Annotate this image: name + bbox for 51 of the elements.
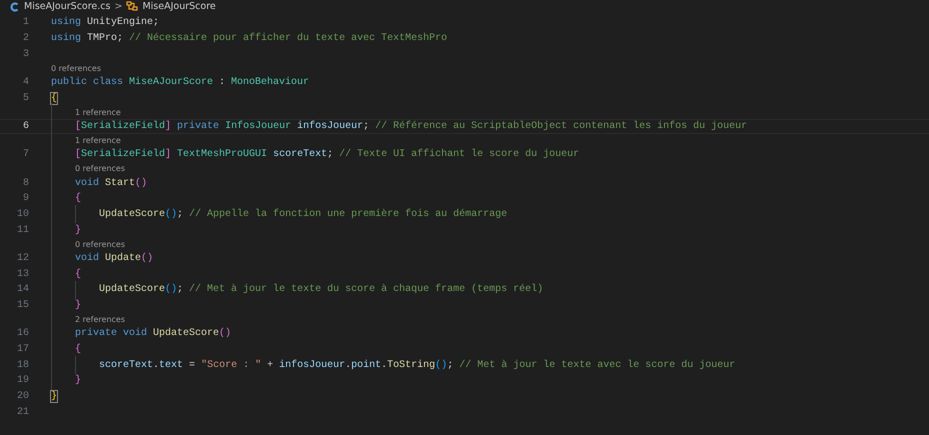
codelens-link[interactable]: 0 references bbox=[75, 240, 125, 249]
csharp-file-icon bbox=[10, 2, 20, 12]
code-line: public class MiseAJourScore : MonoBehaviour bbox=[51, 77, 310, 88]
code-line: UpdateScore(); // Appelle la fonction une première fois au démarrage bbox=[99, 208, 508, 220]
code-line: } bbox=[51, 390, 58, 402]
codelens-link[interactable]: 1 reference bbox=[75, 136, 121, 146]
line-number: 10 bbox=[16, 208, 29, 220]
code-line: } bbox=[75, 300, 82, 311]
code-line: scoreText.text = "Score : " + infosJoueur.point.ToString(); // Met à jour le texte avec le score du joueur bbox=[99, 360, 736, 371]
codelens-link[interactable]: 0 references bbox=[75, 164, 125, 174]
line-number: 1 bbox=[22, 17, 29, 28]
line-number: 16 bbox=[16, 328, 29, 340]
code-line: { bbox=[51, 92, 58, 104]
line-number: 17 bbox=[16, 344, 29, 355]
line-number: 8 bbox=[22, 178, 29, 189]
code-line: [SerializeField] TextMeshProUGUI scoreText; // Texte UI affichant le score du joueur bbox=[75, 149, 580, 160]
code-line: } bbox=[75, 224, 82, 236]
code-line: { bbox=[75, 193, 82, 204]
code-line: void Update() bbox=[75, 252, 154, 264]
code-line: using TMPro; // Nécessaire pour afficher du texte avec TextMeshPro bbox=[51, 33, 448, 44]
code-line: private void UpdateScore() bbox=[75, 328, 232, 340]
line-number: 9 bbox=[22, 193, 29, 204]
codelens-link[interactable]: 2 references bbox=[75, 315, 125, 324]
line-number: 3 bbox=[22, 48, 29, 60]
line-number: 18 bbox=[16, 360, 29, 371]
class-icon bbox=[126, 1, 138, 12]
line-number: 2 bbox=[22, 33, 29, 44]
breadcrumb-separator: > bbox=[114, 1, 122, 12]
code-line: [SerializeField] private InfosJoueur infosJoueur; // Référence au ScriptableObject contenant les infos du joueur bbox=[75, 120, 748, 132]
code-line: void Start() bbox=[75, 178, 148, 189]
line-number: 11 bbox=[16, 224, 29, 236]
line-number: 20 bbox=[16, 390, 29, 402]
code-line: { bbox=[75, 268, 82, 280]
line-number: 15 bbox=[16, 300, 29, 311]
line-number: 13 bbox=[16, 268, 29, 280]
line-number: 6 bbox=[22, 120, 29, 132]
codelens-link[interactable]: 1 reference bbox=[75, 108, 121, 117]
line-number: 21 bbox=[16, 406, 29, 418]
line-number: 4 bbox=[22, 77, 29, 88]
code-line: using UnityEngine; bbox=[51, 17, 160, 28]
breadcrumb-item[interactable]: MiseAJourScore bbox=[142, 1, 216, 12]
codelens-link[interactable]: 0 references bbox=[51, 64, 101, 73]
breadcrumb-item[interactable]: MiseAJourScore.cs bbox=[24, 1, 110, 12]
code-line: UpdateScore(); // Met à jour le texte du score à chaque frame (temps réel) bbox=[99, 284, 544, 296]
line-number: 7 bbox=[22, 149, 29, 160]
line-number: 5 bbox=[22, 92, 29, 104]
line-number: 14 bbox=[16, 284, 29, 296]
code-line: } bbox=[75, 375, 82, 386]
line-number: 12 bbox=[16, 252, 29, 264]
code-line: { bbox=[75, 344, 82, 355]
line-number: 19 bbox=[16, 375, 29, 386]
